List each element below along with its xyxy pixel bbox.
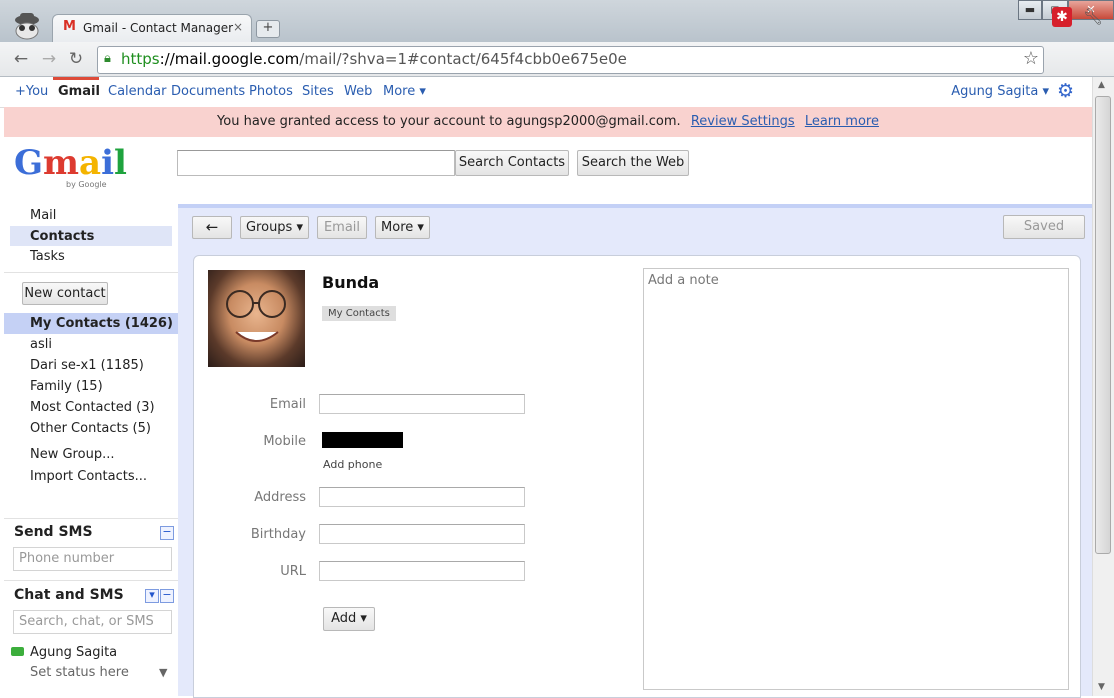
review-settings-link[interactable]: Review Settings <box>691 114 795 129</box>
mobile-label: Mobile <box>263 434 306 449</box>
back-button[interactable]: ← <box>192 216 232 239</box>
chat-user-name: Agung Sagita <box>30 645 118 660</box>
group-my-contacts[interactable]: My Contacts (1426) <box>30 316 173 331</box>
url-input[interactable] <box>319 561 525 581</box>
add-phone-link[interactable]: Add phone <box>323 458 382 471</box>
url-text: https://mail.google.com/mail/?shva=1#con… <box>121 50 627 68</box>
gear-icon[interactable]: ⚙ <box>1057 80 1074 102</box>
gbar-item-calendar[interactable]: Calendar <box>108 84 166 99</box>
contact-group-tag[interactable]: My Contacts <box>322 306 396 321</box>
new-group-link[interactable]: New Group... <box>30 447 114 462</box>
active-indicator <box>53 77 99 80</box>
mobile-value-redacted[interactable] <box>322 432 403 448</box>
address-bar[interactable]: 🔒︎ https://mail.google.com/mail/?shva=1#… <box>97 46 1044 74</box>
google-bar: +You Gmail Calendar Documents Photos Sit… <box>0 77 1092 108</box>
divider <box>4 272 178 273</box>
gbar-item-gmail[interactable]: Gmail <box>58 84 100 99</box>
sidebar-item-tasks[interactable]: Tasks <box>30 249 65 264</box>
divider <box>4 580 178 581</box>
add-field-button[interactable]: Add ▾ <box>323 607 375 631</box>
scrollbar-thumb[interactable] <box>1095 96 1111 554</box>
email-input[interactable] <box>319 394 525 414</box>
collapse-sms-icon[interactable]: − <box>160 526 174 540</box>
tab-close-icon[interactable]: × <box>233 20 243 34</box>
collapse-chat-icon[interactable]: − <box>160 589 174 603</box>
url-label: URL <box>280 564 306 579</box>
address-label: Address <box>254 490 306 505</box>
email-button[interactable]: Email <box>317 216 367 239</box>
send-sms-title: Send SMS <box>14 524 93 540</box>
access-notice: You have granted access to your account … <box>4 107 1092 137</box>
email-label: Email <box>269 397 306 412</box>
phone-number-input[interactable]: Phone number <box>13 547 172 571</box>
divider <box>4 518 178 519</box>
contacts-search-input[interactable] <box>177 150 455 176</box>
lock-icon: 🔒︎ <box>104 51 111 66</box>
minimize-button[interactable]: ▬ <box>1018 0 1042 20</box>
birthday-input[interactable] <box>319 524 525 544</box>
group-asli[interactable]: asli <box>30 337 52 352</box>
sidebar-item-mail[interactable]: Mail <box>30 208 56 223</box>
bookmark-star-icon[interactable]: ☆ <box>1023 48 1039 69</box>
browser-tab[interactable]: M Gmail - Contact Manager × <box>52 14 252 43</box>
gmail-logo[interactable]: Gmail by Google <box>14 146 127 192</box>
extension-icon[interactable]: ✱ <box>1052 7 1072 27</box>
more-button[interactable]: More ▾ <box>375 216 430 239</box>
reload-icon[interactable]: ↻ <box>64 48 88 70</box>
gbar-item-more[interactable]: More ▾ <box>383 84 426 99</box>
logo-by-google: by Google <box>66 180 107 189</box>
logo-text: Gmail <box>14 143 127 183</box>
address-input[interactable] <box>319 487 525 507</box>
account-menu[interactable]: Agung Sagita ▾ <box>951 84 1049 99</box>
incognito-icon <box>10 10 44 40</box>
gbar-item-web[interactable]: Web <box>344 84 372 99</box>
sidebar-item-contacts[interactable]: Contacts <box>30 229 94 244</box>
browser-toolbar: ← → ↻ 🔒︎ https://mail.google.com/mail/?s… <box>0 42 1114 77</box>
back-arrow-icon[interactable]: ← <box>9 48 33 70</box>
tab-title: Gmail - Contact Manager <box>83 21 234 35</box>
set-status-field[interactable]: Set status here <box>30 665 129 680</box>
new-tab-button[interactable]: + <box>256 20 280 38</box>
scroll-up-icon[interactable]: ▲ <box>1098 80 1105 90</box>
contact-name[interactable]: Bunda <box>322 273 379 292</box>
learn-more-link[interactable]: Learn more <box>805 114 879 129</box>
notice-text: You have granted access to your account … <box>217 114 681 129</box>
gmail-favicon-icon: M <box>63 19 76 34</box>
group-most-contacted[interactable]: Most Contacted (3) <box>30 400 155 415</box>
import-contacts-link[interactable]: Import Contacts... <box>30 469 147 484</box>
gbar-item-sites[interactable]: Sites <box>302 84 334 99</box>
panel-top-border <box>178 204 1092 208</box>
contact-photo[interactable] <box>208 270 305 367</box>
gbar-item-documents[interactable]: Documents <box>171 84 245 99</box>
groups-button[interactable]: Groups ▾ <box>240 216 309 239</box>
wrench-icon[interactable]: 🔧︎ <box>1082 6 1104 28</box>
chat-options-icon[interactable]: ▾ <box>145 589 159 603</box>
note-placeholder: Add a note <box>648 273 719 288</box>
birthday-label: Birthday <box>250 527 306 542</box>
group-dari-se-x1[interactable]: Dari se-x1 (1185) <box>30 358 144 373</box>
forward-arrow-icon[interactable]: → <box>37 48 61 70</box>
chat-search-input[interactable]: Search, chat, or SMS <box>13 610 172 634</box>
status-dropdown-icon[interactable]: ▼ <box>159 666 167 679</box>
video-status-icon <box>11 647 24 656</box>
search-web-button[interactable]: Search the Web <box>577 150 689 176</box>
gbar-item-you[interactable]: +You <box>15 84 48 99</box>
group-other-contacts[interactable]: Other Contacts (5) <box>30 421 151 436</box>
search-contacts-button[interactable]: Search Contacts <box>455 150 569 176</box>
gbar-item-photos[interactable]: Photos <box>249 84 293 99</box>
new-contact-button[interactable]: New contact <box>22 282 108 305</box>
saved-button[interactable]: Saved <box>1003 215 1085 239</box>
group-family[interactable]: Family (15) <box>30 379 103 394</box>
note-textarea[interactable]: Add a note <box>643 268 1069 690</box>
chat-sms-title: Chat and SMS <box>14 587 124 603</box>
scroll-down-icon[interactable]: ▼ <box>1098 682 1105 692</box>
